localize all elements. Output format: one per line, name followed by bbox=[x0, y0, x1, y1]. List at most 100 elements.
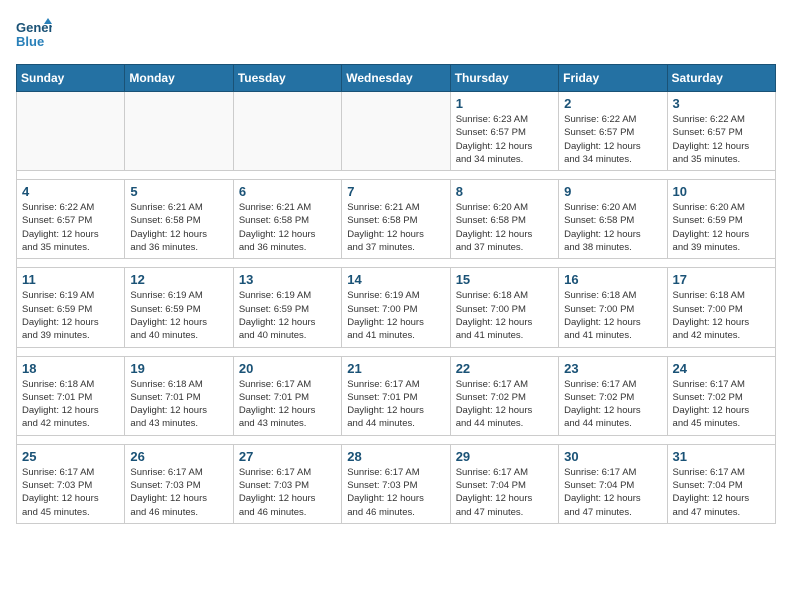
day-number: 14 bbox=[347, 272, 444, 287]
day-number: 26 bbox=[130, 449, 227, 464]
svg-text:Blue: Blue bbox=[16, 34, 44, 49]
day-number: 28 bbox=[347, 449, 444, 464]
day-info: Sunrise: 6:17 AM Sunset: 7:04 PM Dayligh… bbox=[456, 466, 553, 519]
weekday-header-cell: Saturday bbox=[667, 65, 775, 92]
day-number: 27 bbox=[239, 449, 336, 464]
calendar-cell: 28Sunrise: 6:17 AM Sunset: 7:03 PM Dayli… bbox=[342, 444, 450, 523]
calendar-cell: 1Sunrise: 6:23 AM Sunset: 6:57 PM Daylig… bbox=[450, 92, 558, 171]
day-info: Sunrise: 6:17 AM Sunset: 7:03 PM Dayligh… bbox=[130, 466, 227, 519]
day-number: 31 bbox=[673, 449, 770, 464]
day-info: Sunrise: 6:22 AM Sunset: 6:57 PM Dayligh… bbox=[564, 113, 661, 166]
calendar-cell: 4 Sunrise: 6:22 AM Sunset: 6:57 PM Daylig… bbox=[17, 180, 125, 259]
calendar-cell: 30 Sunrise: 6:17 AM Sunset: 7:04 PM Dayli… bbox=[559, 444, 667, 523]
day-info: Sunrise: 6:18 AM Sunset: 7:01 PM Dayligh… bbox=[22, 378, 119, 431]
day-info: Sunrise: 6:21 AM Sunset: 6:58 PM Dayligh… bbox=[239, 201, 336, 254]
calendar-week-row: 1Sunrise: 6:23 AM Sunset: 6:57 PM Daylig… bbox=[17, 92, 776, 171]
day-info: Sunrise: 6:19 AM Sunset: 6:59 PM Dayligh… bbox=[22, 289, 119, 342]
calendar-week-row: 25 Sunrise: 6:17 AM Sunset: 7:03 PM Dayli… bbox=[17, 444, 776, 523]
calendar-cell: 24 Sunrise: 6:17 AM Sunset: 7:02 PM Dayli… bbox=[667, 356, 775, 435]
day-number: 13 bbox=[239, 272, 336, 287]
day-info: Sunrise: 6:21 AM Sunset: 6:58 PM Dayligh… bbox=[347, 201, 444, 254]
day-number: 5 bbox=[130, 184, 227, 199]
calendar-cell: 8Sunrise: 6:20 AM Sunset: 6:58 PM Daylig… bbox=[450, 180, 558, 259]
calendar-week-row: 11 Sunrise: 6:19 AM Sunset: 6:59 PM Dayli… bbox=[17, 268, 776, 347]
calendar-cell: 29 Sunrise: 6:17 AM Sunset: 7:04 PM Dayli… bbox=[450, 444, 558, 523]
calendar-cell bbox=[17, 92, 125, 171]
day-number: 20 bbox=[239, 361, 336, 376]
day-number: 7 bbox=[347, 184, 444, 199]
day-number: 17 bbox=[673, 272, 770, 287]
day-number: 30 bbox=[564, 449, 661, 464]
day-number: 10 bbox=[673, 184, 770, 199]
logo-icon: General Blue bbox=[16, 16, 52, 52]
calendar-table: SundayMondayTuesdayWednesdayThursdayFrid… bbox=[16, 64, 776, 524]
calendar-cell: 19Sunrise: 6:18 AM Sunset: 7:01 PM Dayli… bbox=[125, 356, 233, 435]
day-number: 4 bbox=[22, 184, 119, 199]
day-number: 22 bbox=[456, 361, 553, 376]
day-info: Sunrise: 6:19 AM Sunset: 6:59 PM Dayligh… bbox=[239, 289, 336, 342]
day-number: 11 bbox=[22, 272, 119, 287]
week-spacer-row bbox=[17, 347, 776, 356]
calendar-cell: 12 Sunrise: 6:19 AM Sunset: 6:59 PM Dayli… bbox=[125, 268, 233, 347]
calendar-cell: 26 Sunrise: 6:17 AM Sunset: 7:03 PM Dayli… bbox=[125, 444, 233, 523]
calendar-cell: 10 Sunrise: 6:20 AM Sunset: 6:59 PM Dayli… bbox=[667, 180, 775, 259]
weekday-header-cell: Sunday bbox=[17, 65, 125, 92]
calendar-cell: 6 Sunrise: 6:21 AM Sunset: 6:58 PM Daylig… bbox=[233, 180, 341, 259]
day-number: 25 bbox=[22, 449, 119, 464]
day-number: 6 bbox=[239, 184, 336, 199]
day-number: 9 bbox=[564, 184, 661, 199]
day-info: Sunrise: 6:22 AM Sunset: 6:57 PM Dayligh… bbox=[22, 201, 119, 254]
calendar-body: 1Sunrise: 6:23 AM Sunset: 6:57 PM Daylig… bbox=[17, 92, 776, 524]
day-info: Sunrise: 6:17 AM Sunset: 7:03 PM Dayligh… bbox=[22, 466, 119, 519]
day-info: Sunrise: 6:21 AM Sunset: 6:58 PM Dayligh… bbox=[130, 201, 227, 254]
day-info: Sunrise: 6:17 AM Sunset: 7:02 PM Dayligh… bbox=[673, 378, 770, 431]
calendar-cell: 14Sunrise: 6:19 AM Sunset: 7:00 PM Dayli… bbox=[342, 268, 450, 347]
day-number: 8 bbox=[456, 184, 553, 199]
day-number: 19 bbox=[130, 361, 227, 376]
calendar-cell: 22Sunrise: 6:17 AM Sunset: 7:02 PM Dayli… bbox=[450, 356, 558, 435]
calendar-cell: 3Sunrise: 6:22 AM Sunset: 6:57 PM Daylig… bbox=[667, 92, 775, 171]
day-info: Sunrise: 6:23 AM Sunset: 6:57 PM Dayligh… bbox=[456, 113, 553, 166]
day-info: Sunrise: 6:18 AM Sunset: 7:00 PM Dayligh… bbox=[564, 289, 661, 342]
day-info: Sunrise: 6:17 AM Sunset: 7:03 PM Dayligh… bbox=[239, 466, 336, 519]
calendar-cell: 5 Sunrise: 6:21 AM Sunset: 6:58 PM Daylig… bbox=[125, 180, 233, 259]
calendar-cell: 23 Sunrise: 6:17 AM Sunset: 7:02 PM Dayli… bbox=[559, 356, 667, 435]
calendar-cell: 7 Sunrise: 6:21 AM Sunset: 6:58 PM Daylig… bbox=[342, 180, 450, 259]
day-info: Sunrise: 6:18 AM Sunset: 7:00 PM Dayligh… bbox=[673, 289, 770, 342]
day-number: 16 bbox=[564, 272, 661, 287]
week-spacer-row bbox=[17, 435, 776, 444]
calendar-cell: 2 Sunrise: 6:22 AM Sunset: 6:57 PM Daylig… bbox=[559, 92, 667, 171]
day-number: 12 bbox=[130, 272, 227, 287]
weekday-header-cell: Tuesday bbox=[233, 65, 341, 92]
day-number: 29 bbox=[456, 449, 553, 464]
weekday-header-cell: Monday bbox=[125, 65, 233, 92]
day-info: Sunrise: 6:18 AM Sunset: 7:00 PM Dayligh… bbox=[456, 289, 553, 342]
weekday-header-cell: Friday bbox=[559, 65, 667, 92]
day-info: Sunrise: 6:17 AM Sunset: 7:02 PM Dayligh… bbox=[564, 378, 661, 431]
day-number: 23 bbox=[564, 361, 661, 376]
day-number: 3 bbox=[673, 96, 770, 111]
calendar-cell: 25 Sunrise: 6:17 AM Sunset: 7:03 PM Dayli… bbox=[17, 444, 125, 523]
day-number: 18 bbox=[22, 361, 119, 376]
week-spacer-row bbox=[17, 171, 776, 180]
calendar-cell bbox=[233, 92, 341, 171]
day-info: Sunrise: 6:20 AM Sunset: 6:58 PM Dayligh… bbox=[564, 201, 661, 254]
calendar-cell: 18 Sunrise: 6:18 AM Sunset: 7:01 PM Dayli… bbox=[17, 356, 125, 435]
calendar-cell: 9 Sunrise: 6:20 AM Sunset: 6:58 PM Daylig… bbox=[559, 180, 667, 259]
calendar-cell: 15Sunrise: 6:18 AM Sunset: 7:00 PM Dayli… bbox=[450, 268, 558, 347]
day-number: 21 bbox=[347, 361, 444, 376]
day-info: Sunrise: 6:20 AM Sunset: 6:59 PM Dayligh… bbox=[673, 201, 770, 254]
weekday-header-cell: Thursday bbox=[450, 65, 558, 92]
day-info: Sunrise: 6:19 AM Sunset: 6:59 PM Dayligh… bbox=[130, 289, 227, 342]
calendar-cell: 27 Sunrise: 6:17 AM Sunset: 7:03 PM Dayli… bbox=[233, 444, 341, 523]
day-info: Sunrise: 6:17 AM Sunset: 7:01 PM Dayligh… bbox=[347, 378, 444, 431]
day-info: Sunrise: 6:17 AM Sunset: 7:04 PM Dayligh… bbox=[564, 466, 661, 519]
calendar-week-row: 4 Sunrise: 6:22 AM Sunset: 6:57 PM Daylig… bbox=[17, 180, 776, 259]
calendar-cell bbox=[125, 92, 233, 171]
day-info: Sunrise: 6:17 AM Sunset: 7:01 PM Dayligh… bbox=[239, 378, 336, 431]
calendar-week-row: 18 Sunrise: 6:18 AM Sunset: 7:01 PM Dayli… bbox=[17, 356, 776, 435]
weekday-header-cell: Wednesday bbox=[342, 65, 450, 92]
day-number: 24 bbox=[673, 361, 770, 376]
calendar-cell: 11 Sunrise: 6:19 AM Sunset: 6:59 PM Dayli… bbox=[17, 268, 125, 347]
day-number: 2 bbox=[564, 96, 661, 111]
